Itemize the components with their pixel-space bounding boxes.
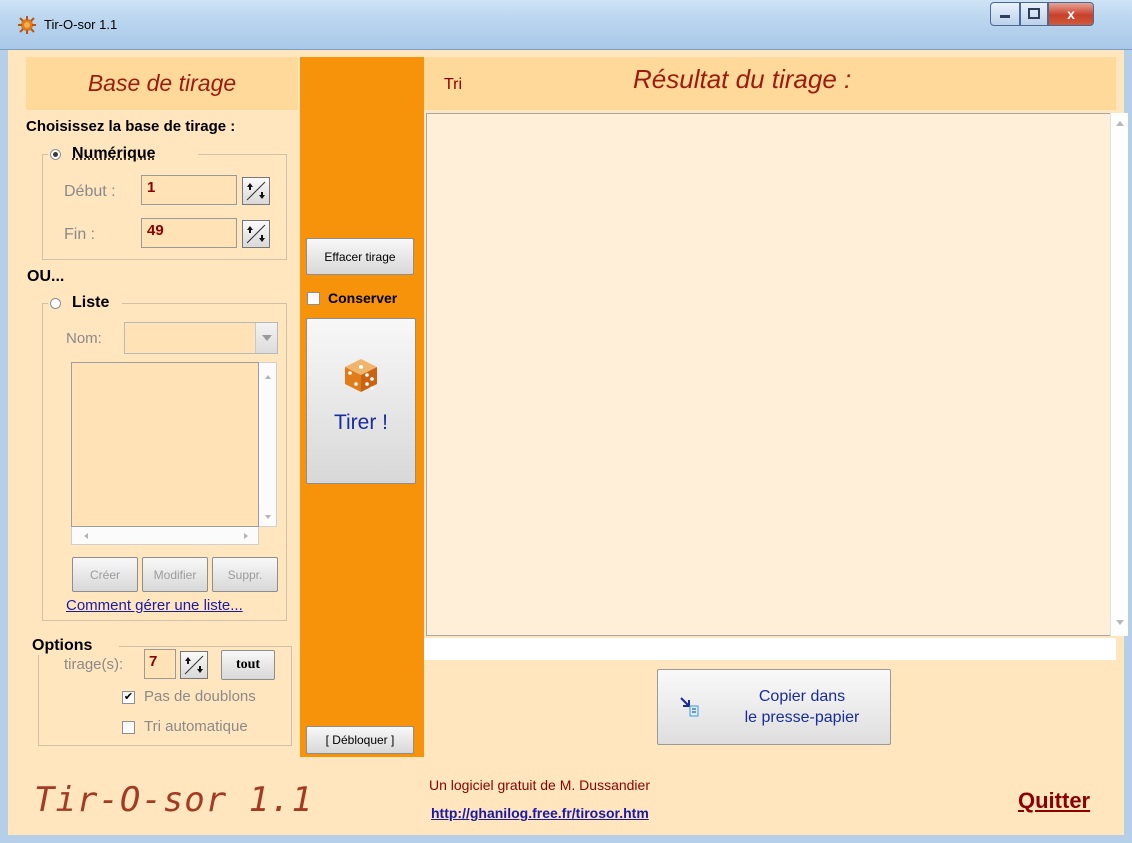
clear-draw-button[interactable]: Effacer tirage bbox=[306, 238, 414, 275]
list-vscrollbar[interactable] bbox=[259, 362, 277, 527]
maximize-button[interactable] bbox=[1020, 2, 1048, 26]
name-label: Nom: bbox=[66, 330, 102, 347]
window-frame-bottom bbox=[0, 835, 1132, 843]
close-button[interactable]: x bbox=[1048, 2, 1094, 26]
brand-label: Tir-O-sor 1.1 bbox=[34, 780, 314, 820]
copy-clipboard-button[interactable]: Copier dans le presse-papier bbox=[657, 669, 891, 745]
sort-link[interactable]: Tri bbox=[444, 76, 462, 94]
options-title: Options bbox=[32, 637, 93, 654]
result-vscrollbar[interactable] bbox=[1110, 113, 1128, 636]
list-radio[interactable] bbox=[50, 298, 61, 309]
window-title: Tir-O-sor 1.1 bbox=[44, 17, 118, 32]
app-icon bbox=[18, 16, 36, 34]
list-items-box[interactable] bbox=[71, 362, 259, 527]
close-icon: x bbox=[1067, 6, 1075, 22]
window-frame-left bbox=[0, 50, 8, 843]
result-textarea[interactable] bbox=[426, 113, 1112, 636]
no-duplicates-checkbox[interactable]: ✔ bbox=[122, 691, 135, 704]
draw-label: Tirer ! bbox=[333, 411, 389, 434]
maximize-icon bbox=[1028, 8, 1040, 19]
delete-list-button[interactable]: Suppr. bbox=[212, 557, 278, 592]
auto-sort-checkbox[interactable] bbox=[122, 721, 135, 734]
end-input[interactable]: 49 bbox=[141, 218, 237, 248]
no-duplicates-label[interactable]: Pas de doublons bbox=[144, 688, 256, 705]
start-spin-button[interactable] bbox=[242, 177, 270, 205]
auto-sort-label[interactable]: Tri automatique bbox=[144, 718, 248, 735]
checkmark-icon: ✔ bbox=[123, 691, 134, 703]
copy-label-line1: Copier dans bbox=[758, 688, 846, 705]
draws-label: tirage(s): bbox=[64, 656, 124, 673]
spin-updown-icon bbox=[246, 181, 266, 201]
keep-checkbox[interactable] bbox=[307, 292, 320, 305]
modify-list-button[interactable]: Modifier bbox=[142, 557, 208, 592]
copy-label-line2: le presse-papier bbox=[744, 709, 860, 726]
end-label: Fin : bbox=[64, 226, 96, 243]
clipboard-icon bbox=[680, 697, 699, 717]
start-label: Début : bbox=[64, 183, 116, 200]
window-titlebar[interactable] bbox=[0, 0, 1132, 50]
keep-label[interactable]: Conserver bbox=[328, 290, 397, 306]
spin-updown-icon bbox=[246, 224, 266, 244]
result-title: Résultat du tirage : bbox=[633, 64, 852, 94]
create-list-button[interactable]: Créer bbox=[72, 557, 138, 592]
base-header: Base de tirage bbox=[26, 57, 298, 110]
end-spin-button[interactable] bbox=[242, 220, 270, 248]
spin-updown-icon bbox=[184, 655, 204, 675]
numeric-radio[interactable] bbox=[50, 149, 61, 160]
start-input[interactable]: 1 bbox=[141, 175, 237, 205]
minimize-button[interactable] bbox=[990, 2, 1020, 26]
unlock-button[interactable]: [ Débloquer ] bbox=[306, 726, 414, 754]
status-strip bbox=[424, 638, 1116, 660]
copy-label: Copier dans le presse-papier bbox=[722, 686, 882, 728]
draws-count-input[interactable]: 7 bbox=[144, 649, 176, 679]
dice-icon bbox=[345, 359, 377, 392]
quit-button[interactable]: Quitter bbox=[1018, 788, 1090, 814]
all-button[interactable]: tout bbox=[221, 650, 275, 680]
minimize-icon bbox=[1000, 15, 1010, 18]
choose-base-label: Choisissez la base de tirage : bbox=[26, 118, 236, 135]
draws-spin-button[interactable] bbox=[180, 651, 208, 679]
list-hscrollbar[interactable] bbox=[71, 527, 259, 545]
or-label: OU... bbox=[27, 268, 65, 285]
website-link[interactable]: http://ghanilog.free.fr/tirosor.htm bbox=[431, 805, 649, 821]
list-label[interactable]: Liste bbox=[72, 294, 109, 312]
numeric-label[interactable]: Numérique bbox=[72, 145, 156, 163]
name-select[interactable] bbox=[124, 322, 278, 354]
manage-list-link[interactable]: Comment gérer une liste... bbox=[66, 597, 243, 614]
draw-button[interactable]: Tirer ! bbox=[306, 318, 416, 484]
dropdown-arrow-icon[interactable] bbox=[255, 323, 277, 353]
credit-text: Un logiciel gratuit de M. Dussandier bbox=[429, 777, 650, 793]
